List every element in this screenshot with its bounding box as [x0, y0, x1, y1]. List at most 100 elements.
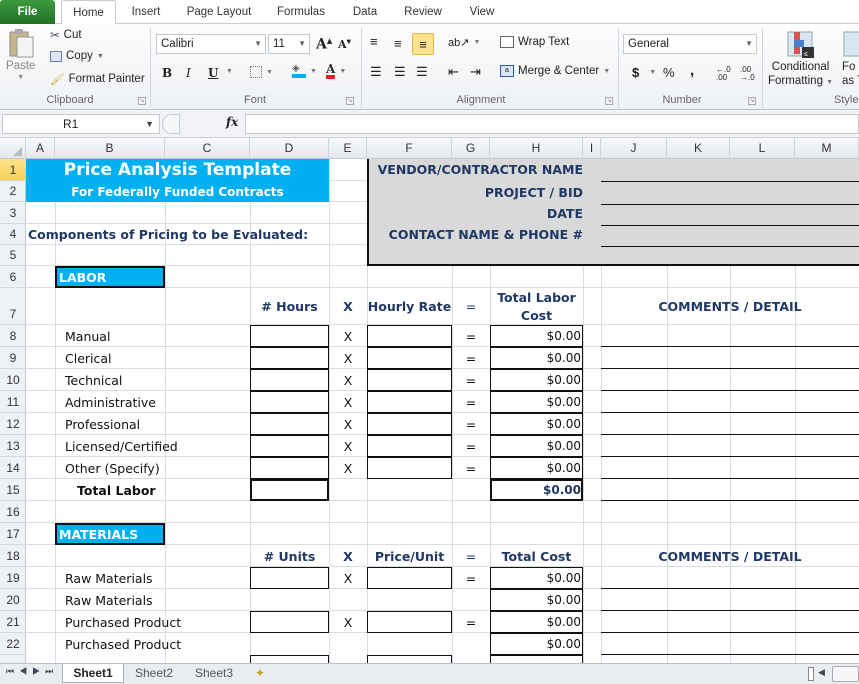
grow-font-button[interactable]: A▲ [316, 36, 332, 53]
format-painter-button[interactable]: 🖌 Format Painter [50, 72, 145, 86]
underline-button[interactable]: U [208, 66, 218, 80]
row-header-21[interactable]: 21 [0, 611, 26, 633]
quantity-input[interactable] [250, 655, 329, 663]
formula-input[interactable] [245, 114, 859, 134]
paste-button[interactable]: Paste ▼ [6, 28, 35, 81]
comment-line[interactable] [601, 500, 859, 501]
alignment-launcher-icon[interactable]: ↘ [605, 97, 613, 105]
name-box[interactable]: R1 ▼ [2, 114, 160, 134]
horizontal-scrollbar[interactable] [832, 666, 859, 682]
row-header-12[interactable]: 12 [0, 413, 26, 435]
increase-decimal-button[interactable]: ←.0.00 [716, 66, 731, 82]
comma-button[interactable]: , [690, 62, 694, 79]
info-input-line[interactable] [601, 204, 859, 205]
align-bottom-button[interactable]: ≡ [412, 33, 434, 55]
font-launcher-icon[interactable]: ↘ [346, 97, 354, 105]
formula-bar-resize-handle[interactable] [162, 114, 180, 134]
quantity-input[interactable] [250, 457, 329, 479]
conditional-formatting-button[interactable]: ≤ Conditional Formatting ▼ [768, 30, 833, 89]
insert-function-button[interactable]: fx [226, 115, 238, 129]
sheet-nav-buttons[interactable]: ⏮◀▶⏭ [6, 666, 58, 677]
quantity-input[interactable] [250, 611, 329, 633]
column-header-f[interactable]: F [367, 138, 452, 159]
row-header-10[interactable]: 10 [0, 369, 26, 391]
align-center-button[interactable]: ☰ [394, 64, 406, 80]
rate-input[interactable] [367, 611, 452, 633]
comment-line[interactable] [601, 456, 859, 457]
column-header-i[interactable]: I [583, 138, 601, 159]
italic-button[interactable]: I [186, 66, 191, 80]
row-header-13[interactable]: 13 [0, 435, 26, 457]
shrink-font-button[interactable]: A▼ [338, 38, 351, 51]
comment-line[interactable] [601, 610, 859, 611]
format-as-table-button[interactable]: Fo as T [842, 30, 859, 88]
rate-input[interactable] [367, 391, 452, 413]
row-header-18[interactable]: 18 [0, 545, 26, 567]
column-header-k[interactable]: K [667, 138, 730, 159]
column-header-l[interactable]: L [730, 138, 795, 159]
row-header-5[interactable]: 5 [0, 245, 26, 266]
row-header-7[interactable]: 7 [0, 288, 26, 325]
row-header-9[interactable]: 9 [0, 347, 26, 369]
quantity-input[interactable] [250, 347, 329, 369]
column-header-b[interactable]: B [55, 138, 165, 159]
quantity-input[interactable] [250, 567, 329, 589]
fill-color-button[interactable]: ◈ ▼ [292, 64, 317, 78]
row-header-11[interactable]: 11 [0, 391, 26, 413]
column-header-a[interactable]: A [26, 138, 55, 159]
scroll-left-icon[interactable]: ◀ [818, 667, 825, 678]
column-header-m[interactable]: M [795, 138, 859, 159]
underline-dropdown-icon[interactable]: ▼ [226, 68, 233, 75]
column-header-h[interactable]: H [490, 138, 583, 159]
align-top-button[interactable]: ≡ [370, 34, 378, 49]
first-sheet-icon[interactable]: ⏮ [6, 666, 19, 676]
bold-button[interactable]: B [162, 66, 172, 80]
orientation-button[interactable]: ab↗ ▼ [448, 36, 480, 49]
rate-input[interactable] [367, 413, 452, 435]
row-header-15[interactable]: 15 [0, 479, 26, 501]
row-header-16[interactable]: 16 [0, 501, 26, 523]
row-header-4[interactable]: 4 [0, 224, 26, 245]
row-header-3[interactable]: 3 [0, 202, 26, 224]
align-middle-button[interactable]: ≡ [394, 36, 402, 51]
quantity-input[interactable] [250, 369, 329, 391]
prev-sheet-icon[interactable]: ◀ [19, 666, 32, 676]
tab-file[interactable]: File [0, 0, 55, 24]
rate-input[interactable] [367, 325, 452, 347]
wrap-text-button[interactable]: Wrap Text [500, 36, 569, 48]
comment-line[interactable] [601, 654, 859, 655]
number-launcher-icon[interactable]: ↘ [748, 97, 756, 105]
rate-input[interactable] [367, 435, 452, 457]
insert-sheet-button[interactable]: ✦ [248, 664, 272, 683]
row-header-20[interactable]: 20 [0, 589, 26, 611]
comment-line[interactable] [601, 346, 859, 347]
total-hours-cell[interactable] [250, 479, 329, 501]
cut-button[interactable]: ✂ Cut [50, 28, 82, 42]
decrease-decimal-button[interactable]: .00 →.0 [740, 66, 755, 82]
tab-view[interactable]: View [462, 0, 502, 24]
tab-formulas[interactable]: Formulas [270, 0, 332, 24]
sheet-tab-sheet2[interactable]: Sheet2 [124, 664, 184, 683]
quantity-input[interactable] [250, 325, 329, 347]
comment-line[interactable] [601, 632, 859, 633]
comment-line[interactable] [601, 588, 859, 589]
comment-line[interactable] [601, 368, 859, 369]
next-sheet-icon[interactable]: ▶ [32, 666, 45, 676]
column-header-j[interactable]: J [601, 138, 667, 159]
clipboard-launcher-icon[interactable]: ↘ [138, 97, 146, 105]
column-header-d[interactable]: D [250, 138, 329, 159]
quantity-input[interactable] [250, 391, 329, 413]
number-format-select[interactable]: General ▼ [623, 34, 757, 54]
tab-home[interactable]: Home [61, 0, 116, 25]
tab-review[interactable]: Review [398, 0, 448, 24]
borders-button[interactable]: ▼ [250, 66, 273, 78]
font-size-select[interactable]: 11 ▼ [268, 34, 310, 54]
quantity-input[interactable] [250, 413, 329, 435]
comment-line[interactable] [601, 412, 859, 413]
decrease-indent-button[interactable]: ⇤ [448, 64, 459, 80]
copy-button[interactable]: Copy ▼ [50, 50, 104, 62]
info-input-line[interactable] [601, 181, 859, 182]
rate-input[interactable] [367, 457, 452, 479]
sheet-tab-sheet3[interactable]: Sheet3 [184, 664, 244, 683]
percent-button[interactable]: % [663, 65, 675, 80]
